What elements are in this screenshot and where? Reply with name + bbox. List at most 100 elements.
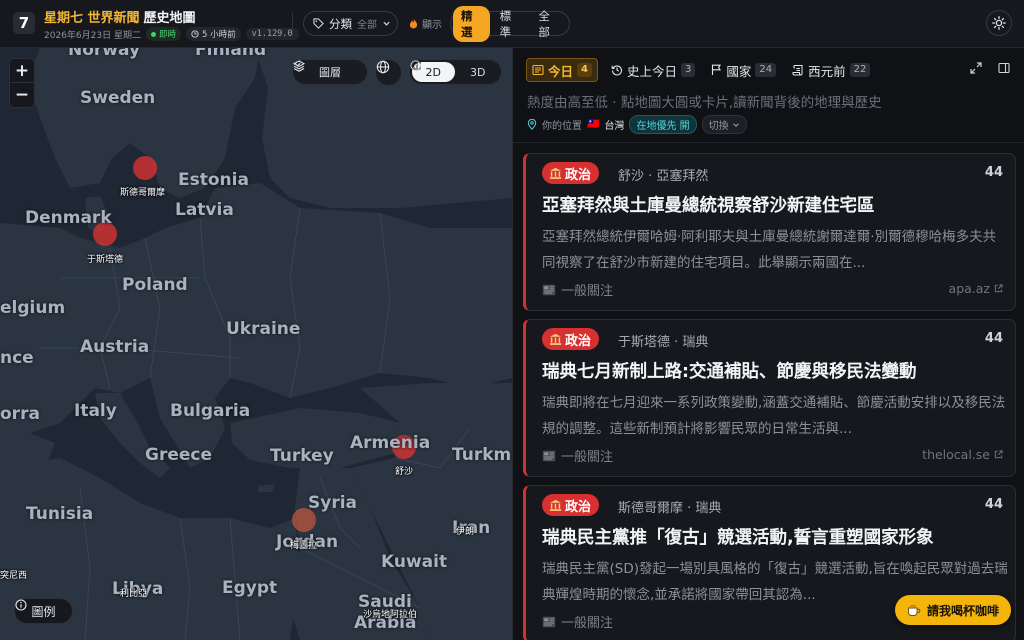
map-label: Estonia (178, 170, 249, 190)
city-label: 伊朗 (456, 527, 475, 537)
map-label: Ukraine (226, 319, 301, 339)
status-line: 2026年6月23日 星期二 即時 5 小時前 v1.129.0 (44, 27, 299, 41)
location-row: 你的位置 🇹🇼 台灣 在地優先 開 切換 (527, 115, 747, 134)
city-label: 利比亞 (120, 589, 148, 599)
display-mode-toggle: 精選 標準 全部 (450, 5, 570, 42)
news-panel: 今日 4 史上今日 3 國家 24 西元前 22 熱度由高至低 · 點地圖大圓或… (512, 48, 1024, 640)
government-building-icon (549, 167, 562, 179)
card-score: 44 (984, 165, 1003, 180)
local-first-toggle[interactable]: 在地優先 開 (629, 115, 697, 134)
updated-label: 5 小時前 (201, 30, 236, 40)
app-title-rest: 歷史地圖 (143, 11, 196, 26)
map-label: Denmark (25, 208, 112, 228)
buy-me-coffee-button[interactable]: 請我喝杯咖啡 (895, 595, 1011, 625)
mode-featured[interactable]: 精選 (453, 5, 490, 42)
map-label: Egypt (222, 578, 278, 598)
theme-toggle-button[interactable] (986, 10, 1012, 36)
globe-button[interactable] (375, 59, 402, 86)
legend-button[interactable]: 圖例 (14, 598, 73, 624)
card-title: 亞塞拜然與土庫曼總統視察舒沙新建住宅區 (542, 196, 875, 216)
mode-standard[interactable]: 標準 (492, 6, 529, 42)
location-label: 你的位置 (542, 121, 582, 132)
map-label: Armenia (350, 433, 431, 453)
map-label: Greece (145, 445, 213, 465)
mode-all[interactable]: 全部 (530, 6, 567, 42)
expand-icon[interactable] (970, 62, 982, 74)
newspaper-icon (542, 284, 556, 295)
map-label: orra (0, 404, 40, 424)
tab-countries[interactable]: 國家 24 (708, 58, 779, 82)
category-badge: 政治 (542, 328, 600, 350)
category-value: 全部 (357, 20, 377, 31)
zoom-out-button[interactable]: − (10, 83, 34, 107)
top-bar: 7 星期七 世界新聞 歷史地圖 2026年6月23日 星期二 即時 5 小時前 v… (0, 0, 1024, 48)
tag-icon (313, 18, 324, 29)
map-label: Latvia (175, 200, 234, 220)
category-badge: 政治 (542, 162, 600, 184)
tab-bce[interactable]: 西元前 22 (789, 58, 873, 82)
zoom-in-button[interactable]: + (10, 59, 34, 83)
location-pin-icon (527, 119, 537, 130)
category-label: 分類 (329, 16, 352, 31)
flame-icon (409, 18, 418, 29)
card-tag-label: 一般關注 (561, 616, 614, 631)
card-location: 于斯塔德 · 瑞典 (618, 335, 709, 350)
tab-history-count: 3 (681, 63, 696, 77)
category-dropdown[interactable]: 分類 全部 (303, 11, 398, 36)
tab-today-count: 4 (577, 63, 592, 77)
live-dot-icon (150, 31, 156, 37)
display-label-text: 顯示 (422, 20, 442, 31)
news-card[interactable]: 政治 于斯塔德 · 瑞典 44 瑞典七月新制上路:交通補貼、節慶與移民法變動 瑞… (523, 319, 1016, 477)
map-marker-stockholm[interactable] (133, 156, 157, 180)
sidebar-toggle-icon[interactable] (998, 62, 1010, 74)
map-label: elgium (0, 298, 66, 318)
card-tag: 一般關注 (542, 280, 613, 299)
view-3d-button[interactable]: 3D (410, 60, 500, 82)
app-title-highlight: 星期七 世界新聞 (44, 11, 140, 26)
news-card[interactable]: 政治 舒沙 · 亞塞拜然 44 亞塞拜然與土庫曼總統視察舒沙新建住宅區 亞塞拜然… (523, 153, 1016, 311)
card-location: 舒沙 · 亞塞拜然 (618, 169, 709, 184)
flag-icon (712, 64, 722, 75)
map-label: Poland (122, 275, 188, 295)
card-summary: 瑞典即將在七月迎來一系列政策變動,涵蓋交通補貼、節慶活動安排以及移民法規的調整。… (542, 395, 1006, 437)
world-map[interactable]: Norway Finland Sweden Estonia Latvia Den… (0, 48, 512, 640)
layers-dropdown[interactable]: 圖層 (292, 59, 368, 85)
card-tag-label: 一般關注 (561, 284, 614, 299)
divider (292, 12, 293, 36)
map-label: Bulgaria (170, 401, 251, 421)
card-source-link[interactable]: apa.az (949, 281, 1003, 296)
panel-description: 熱度由高至低 · 點地圖大圓或卡片,讀新聞背後的地理與歷史 (527, 95, 882, 111)
external-link-icon (994, 284, 1003, 293)
tab-history-today[interactable]: 史上今日 3 (608, 58, 698, 82)
panel-tabs: 今日 4 史上今日 3 國家 24 西元前 22 (526, 58, 873, 82)
chevron-down-icon (294, 62, 301, 67)
app-title: 星期七 世界新聞 歷史地圖 (44, 7, 196, 26)
card-title: 瑞典民主黨推「復古」競選活動,誓言重塑國家形象 (542, 528, 934, 548)
category-badge: 政治 (542, 494, 600, 516)
layers-label: 圖層 (319, 66, 341, 79)
coffee-label: 請我喝杯咖啡 (926, 603, 999, 618)
map-label: Sweden (80, 88, 156, 108)
card-score: 44 (984, 497, 1003, 512)
city-label: 沙烏地阿拉伯 (363, 610, 418, 620)
globe-icon (376, 60, 390, 74)
switch-location-dropdown[interactable]: 切換 (701, 115, 747, 134)
tab-today[interactable]: 今日 4 (526, 58, 598, 82)
scroll-icon (792, 65, 803, 76)
government-building-icon (549, 499, 562, 511)
category-label: 政治 (565, 333, 592, 349)
city-label: 舒沙 (395, 467, 414, 477)
map-label: Syria (308, 493, 358, 513)
map-label: Finland (195, 48, 267, 60)
tab-bce-label: 西元前 (808, 63, 846, 79)
category-label: 政治 (565, 167, 592, 183)
panel-actions (970, 62, 1010, 74)
map-label: Tunisia (26, 504, 94, 524)
newspaper-icon (532, 64, 544, 76)
city-label: 梅圖拉 (290, 541, 318, 551)
map-label: Norway (68, 48, 141, 60)
card-score: 44 (984, 331, 1003, 346)
tab-history-label: 史上今日 (626, 63, 677, 79)
app-logo[interactable]: 7 (13, 12, 35, 34)
card-source-link[interactable]: thelocal.se (922, 447, 1003, 462)
